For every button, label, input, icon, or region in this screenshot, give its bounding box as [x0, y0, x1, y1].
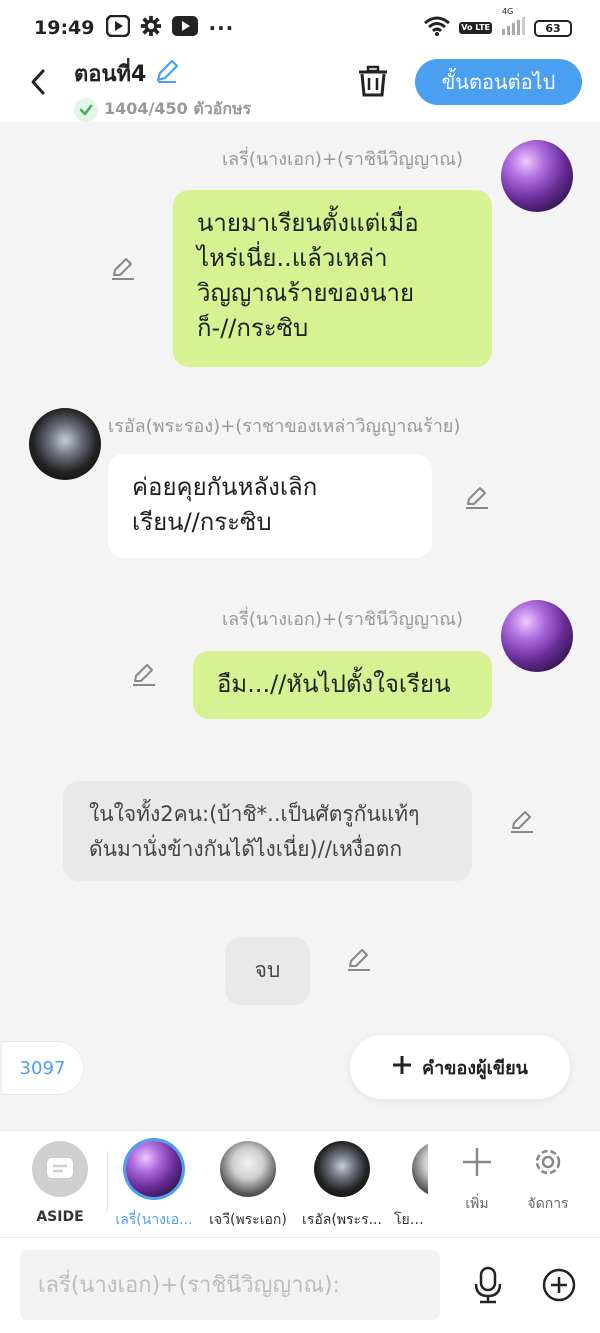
narration-bubble[interactable]: จบ [225, 937, 310, 1005]
character-count-text: 1404/450 ตัวอักษร [104, 99, 252, 118]
message-bubble[interactable]: ค่อยคุยกันหลังเลิก เรียน//กระซิบ [108, 454, 432, 558]
character-label: เจวี(พระเอก) [209, 1212, 287, 1228]
next-step-button[interactable]: ขั้นตอนต่อไป [415, 59, 582, 105]
editor-header: ตอนที่4 1404/450 ตัวอักษร ขั้นตอนต่อไป [0, 56, 600, 122]
chapter-title-text: ตอนที่4 [74, 62, 147, 87]
avatar [412, 1141, 428, 1197]
chapter-title[interactable]: ตอนที่4 [74, 56, 251, 91]
gear-icon [140, 15, 162, 41]
youtube-icon [172, 16, 199, 40]
sender-name: เลรี่(นางเอก)+(ราชินีวิญญาณ) [222, 609, 463, 630]
signal-icon: 4G [500, 7, 526, 39]
author-note-button[interactable]: คำของผู้เขียน [350, 1035, 570, 1099]
screen-record-icon [106, 14, 131, 41]
plus-icon [460, 1148, 494, 1183]
back-arrow-icon[interactable] [24, 68, 52, 96]
avatar [314, 1141, 370, 1197]
avatar[interactable] [501, 140, 573, 212]
word-counter[interactable]: 3097 [2, 1042, 83, 1094]
more-icon: ··· [208, 16, 235, 40]
character-real[interactable]: เรอัล(พระร... [298, 1141, 386, 1231]
sender-name: เรอัล(พระรอง)+(ราชาของเหล่าวิญญาณร้าย) [108, 416, 461, 437]
narration-bubble[interactable]: ในใจทั้ง2คน:(บ้าชิ*..เป็นศัตรูกันแท้ๆ ดั… [63, 781, 472, 881]
avatar [220, 1141, 276, 1197]
add-circle-icon[interactable] [541, 1267, 577, 1307]
check-icon [74, 97, 98, 122]
sender-name: เลรี่(นางเอก)+(ราชินีวิญญาณ) [222, 149, 463, 170]
edit-pencil-icon[interactable] [509, 808, 535, 834]
character-label: เลรี่(นางเอ... [115, 1212, 193, 1228]
character-aside[interactable]: ASIDE [16, 1141, 104, 1225]
edit-pencil-icon[interactable] [464, 484, 490, 510]
character-selector: ASIDE เลรี่(นางเอ... เจวี(พระเอก) เรอัล(… [0, 1130, 600, 1237]
avatar[interactable] [29, 408, 101, 480]
input-bar [0, 1237, 600, 1333]
edit-title-pencil-icon[interactable] [154, 58, 180, 90]
manage-characters-button[interactable]: จัดการ [518, 1145, 578, 1215]
aside-icon [32, 1141, 88, 1197]
status-bar: 19:49 ··· Vo LTE 4G 63 [0, 0, 600, 56]
message-bubble[interactable]: นายมาเรียนตั้งแต่เมื่อ ไหร่เนี่ย..แล้วเห… [173, 190, 492, 367]
message-bubble[interactable]: อืม...//หันไปตั้งใจเรียน [193, 651, 492, 719]
edit-pencil-icon[interactable] [346, 946, 372, 972]
wifi-icon [423, 15, 451, 41]
volte-badge: Vo LTE [459, 22, 492, 34]
avatar[interactable] [501, 600, 573, 672]
character-count: 1404/450 ตัวอักษร [74, 97, 251, 122]
character-leri[interactable]: เลรี่(นางเอ... [110, 1141, 198, 1231]
status-time: 19:49 [34, 17, 95, 39]
add-label: เพิ่ม [465, 1196, 489, 1212]
message-input[interactable] [20, 1250, 440, 1320]
manage-label: จัดการ [527, 1196, 569, 1212]
divider [107, 1151, 108, 1213]
character-label: โยบิ(เ [394, 1212, 428, 1228]
plus-icon [392, 1055, 412, 1080]
character-label: เรอัล(พระร... [302, 1212, 382, 1228]
trash-icon[interactable] [356, 64, 390, 98]
character-yobi[interactable]: โยบิ(เ [392, 1141, 428, 1231]
chapter-title-block: ตอนที่4 1404/450 ตัวอักษร [74, 56, 251, 122]
notification-icons: ··· [106, 14, 235, 41]
gear-icon [531, 1149, 565, 1183]
avatar [126, 1141, 182, 1197]
add-character-button[interactable]: เพิ่ม [447, 1145, 507, 1215]
microphone-icon[interactable] [471, 1266, 505, 1308]
character-jv[interactable]: เจวี(พระเอก) [204, 1141, 292, 1231]
edit-pencil-icon[interactable] [131, 661, 157, 687]
author-note-label: คำของผู้เขียน [422, 1057, 528, 1079]
character-label: ASIDE [36, 1209, 84, 1225]
battery-indicator: 63 [534, 19, 572, 37]
edit-pencil-icon[interactable] [110, 255, 136, 281]
